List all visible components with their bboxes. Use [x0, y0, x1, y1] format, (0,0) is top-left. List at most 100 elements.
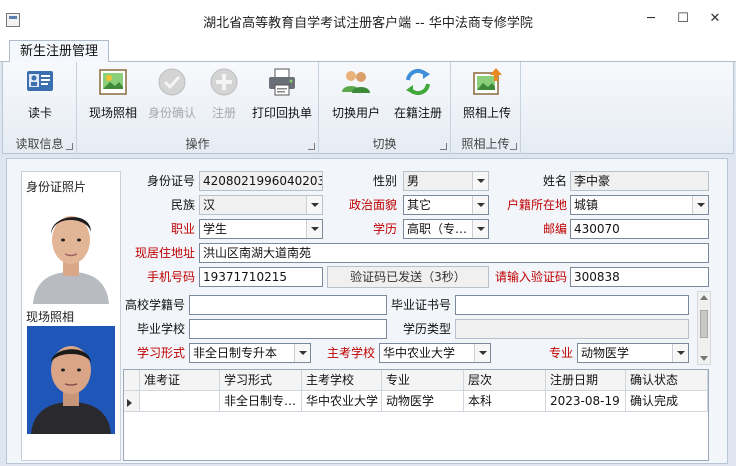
- chevron-down-icon: [294, 344, 310, 362]
- id-card-photo: [27, 196, 115, 304]
- cert-no-field[interactable]: [455, 295, 689, 315]
- study-mode-label: 学习形式: [136, 346, 185, 360]
- table-cell[interactable]: 非全日制专…: [220, 391, 302, 412]
- chevron-down-icon: [672, 344, 688, 362]
- school-type-field[interactable]: [455, 319, 689, 339]
- political-status-label: 政治面貌: [348, 198, 397, 212]
- id-number-field[interactable]: 4208021996040203: [199, 171, 323, 191]
- enrolled-register-button[interactable]: 在籍注册: [387, 66, 449, 126]
- chevron-down-icon: [306, 196, 322, 214]
- close-button[interactable]: ✕: [704, 9, 726, 29]
- live-photo-caption: 现场照相: [26, 310, 75, 324]
- chevron-down-icon: [692, 196, 708, 214]
- postcode-field[interactable]: 430070: [570, 219, 709, 239]
- column-header[interactable]: 确认状态: [626, 370, 708, 391]
- photo-upload-button[interactable]: 照相上传: [457, 66, 517, 126]
- name-label: 姓名: [542, 174, 567, 188]
- printer-icon: [269, 68, 295, 96]
- id-number-label: 身份证号: [146, 174, 195, 188]
- column-header[interactable]: 主考学校: [302, 370, 382, 391]
- ribbon-group-read-info: 读卡 读取信息: [3, 62, 77, 154]
- scroll-up-icon[interactable]: [700, 295, 708, 300]
- users-icon: [342, 71, 370, 93]
- window-title: 湖北省高等教育自学考试注册客户端 -- 华中法商专修学院: [203, 16, 533, 31]
- grad-school-field[interactable]: [189, 319, 387, 339]
- education-value: 高职（专…: [407, 222, 468, 236]
- register-button[interactable]: 注册: [201, 66, 247, 126]
- identity-confirm-button[interactable]: 身份确认: [143, 66, 201, 126]
- school-no-field[interactable]: [189, 295, 387, 315]
- table-cell[interactable]: 本科: [464, 391, 546, 412]
- id-portrait-image: [27, 196, 115, 304]
- table-cell[interactable]: 华中农业大学: [302, 391, 382, 412]
- major-select[interactable]: 动物医学: [577, 343, 689, 363]
- group-launcher[interactable]: [440, 143, 447, 150]
- print-receipt-button[interactable]: 打印回执单: [247, 66, 317, 126]
- group-launcher[interactable]: [66, 143, 73, 150]
- study-mode-value: 非全日制专升本: [193, 346, 278, 360]
- scroll-down-icon[interactable]: [700, 356, 708, 361]
- name-field[interactable]: 李中豪: [570, 171, 709, 191]
- tab-new-student-registration[interactable]: 新生注册管理: [9, 40, 110, 63]
- gender-select[interactable]: 男: [403, 171, 489, 191]
- table-cell[interactable]: 动物医学: [382, 391, 464, 412]
- group-launcher[interactable]: [510, 143, 517, 150]
- education-select[interactable]: 高职（专…: [403, 219, 489, 239]
- address-label: 现居住地址: [134, 246, 195, 260]
- school-no-label: 高校学籍号: [124, 298, 185, 312]
- column-header[interactable]: 注册日期: [546, 370, 626, 391]
- table-cell[interactable]: 确认完成: [626, 391, 708, 412]
- ribbon-tabs: 新生注册管理: [0, 38, 736, 63]
- study-mode-select[interactable]: 非全日制专升本: [189, 343, 311, 363]
- occupation-label: 职业: [170, 222, 195, 236]
- postcode-label: 邮编: [542, 222, 567, 236]
- read-card-button[interactable]: 读卡: [15, 66, 65, 126]
- current-row-icon: [127, 399, 132, 407]
- row-header-corner: [124, 370, 140, 391]
- column-header[interactable]: 学习形式: [220, 370, 302, 391]
- send-verification-button[interactable]: 验证码已发送（3秒）: [327, 266, 489, 288]
- column-header[interactable]: 层次: [464, 370, 546, 391]
- maximize-button[interactable]: ☐: [672, 9, 694, 29]
- id-photo-caption: 身份证照片: [26, 180, 87, 194]
- verify-code-label: 请输入验证码: [494, 270, 567, 284]
- registration-table: 准考证 学习形式 主考学校 专业 层次 注册日期 确认状态 非全日制专… 华中农…: [123, 369, 709, 461]
- address-field[interactable]: 洪山区南湖大道南苑: [199, 243, 709, 263]
- main-school-select[interactable]: 华中农业大学: [379, 343, 491, 363]
- ribbon-group-switch: 切换用户 在籍注册 切换: [319, 62, 451, 154]
- cert-no-label: 毕业证书号: [390, 298, 451, 312]
- check-icon: [158, 68, 186, 96]
- ethnicity-select[interactable]: 汉: [199, 195, 323, 215]
- phone-label: 手机号码: [146, 270, 195, 284]
- column-header[interactable]: 准考证: [140, 370, 220, 391]
- ethnicity-value: 汉: [203, 198, 216, 212]
- photo-panel: 身份证照片 现场照相: [21, 171, 121, 461]
- photo-icon: [99, 69, 127, 95]
- main-school-label: 主考学校: [326, 346, 375, 360]
- phone-field[interactable]: 19371710215: [199, 267, 323, 287]
- ethnicity-label: 民族: [170, 198, 195, 212]
- verify-code-field[interactable]: 300838: [570, 267, 709, 287]
- hukou-select[interactable]: 城镇: [570, 195, 709, 215]
- political-status-select[interactable]: 其它: [403, 195, 489, 215]
- ribbon-group-operations: 现场照相 身份确认 注册 打印回执单 操作: [77, 62, 319, 154]
- group-launcher[interactable]: [308, 143, 315, 150]
- scroll-thumb[interactable]: [700, 310, 708, 338]
- form-scrollbar[interactable]: [697, 291, 711, 365]
- live-photo-label: 现场照相: [88, 106, 137, 120]
- live-photo-button[interactable]: 现场照相: [83, 66, 143, 126]
- school-type-label: 学历类型: [402, 322, 451, 336]
- table-cell[interactable]: [140, 391, 220, 412]
- photo-upload-label: 照相上传: [462, 106, 511, 120]
- chevron-down-icon: [306, 220, 322, 238]
- live-photo: [27, 326, 115, 434]
- switch-user-button[interactable]: 切换用户: [325, 66, 387, 126]
- occupation-select[interactable]: 学生: [199, 219, 323, 239]
- grad-school-label: 毕业学校: [136, 322, 185, 336]
- enrolled-register-label: 在籍注册: [393, 106, 442, 120]
- main-school-value: 华中农业大学: [383, 346, 456, 360]
- column-header[interactable]: 专业: [382, 370, 464, 391]
- minimize-button[interactable]: ─: [640, 9, 662, 29]
- hukou-label: 户籍所在地: [506, 198, 567, 212]
- table-cell[interactable]: 2023-08-19: [546, 391, 626, 412]
